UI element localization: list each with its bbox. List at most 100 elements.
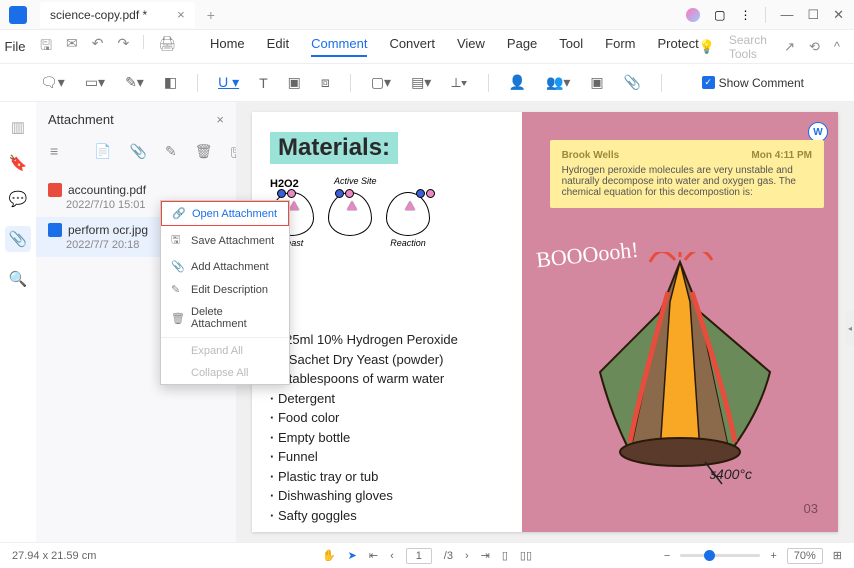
file-menu[interactable]: File: [0, 39, 30, 54]
underline-tool[interactable]: U ▾: [218, 74, 239, 91]
diagram-row: Yeast Reaction: [270, 192, 504, 248]
menu-form[interactable]: Form: [605, 36, 635, 57]
ctx-icon: ✎: [171, 283, 183, 296]
titlebar: science-copy.pdf * × + ▢ ⋮ — ☐ ✕: [0, 0, 854, 30]
first-page-icon[interactable]: ⇤: [369, 549, 378, 562]
menu-protect[interactable]: Protect: [658, 36, 699, 57]
active-site-label: Active Site: [334, 176, 377, 186]
collapse-ribbon-icon[interactable]: ^: [834, 39, 840, 54]
user-tool[interactable]: 👤: [509, 74, 526, 91]
prev-page-icon[interactable]: ‹: [390, 550, 394, 562]
window-icon[interactable]: ▢: [714, 8, 725, 22]
comment-toolbar: 🗨▾ ▭▾ ✎▾ ◧ U ▾ T ▣ ⧈ ▢▾ ▤▾ ⟂▾ 👤 👥▾ ▣ 📎 ✓…: [0, 64, 854, 102]
save-icon[interactable]: 🖫: [40, 35, 52, 59]
search-panel-icon[interactable]: 🔍: [9, 270, 28, 288]
select-tool-icon[interactable]: ➤: [348, 549, 357, 562]
word-badge-icon[interactable]: W: [808, 122, 828, 142]
new-tab-button[interactable]: +: [207, 7, 215, 23]
comment-note[interactable]: Brook Wells Mon 4:11 PM Hydrogen peroxid…: [550, 140, 824, 208]
pencil-tool[interactable]: ✎▾: [125, 74, 144, 91]
temperature-label: ƽ400°c: [710, 466, 752, 482]
attachment-panel-icon[interactable]: 📎: [5, 226, 31, 252]
search-tools-input[interactable]: Search Tools: [729, 33, 770, 61]
users-tool[interactable]: 👥▾: [546, 74, 570, 91]
stamp-tool[interactable]: ▤▾: [411, 74, 431, 91]
print-icon[interactable]: 🖨: [158, 35, 176, 59]
undo-icon[interactable]: ↶: [92, 35, 104, 59]
ctx-save-attachment[interactable]: 🖫Save Attachment: [161, 226, 289, 255]
two-page-icon[interactable]: ▯▯: [520, 549, 532, 562]
textbox-tool[interactable]: ▣: [288, 74, 301, 91]
menubar: File 🖫 ✉ ↶ ↷ 🖨 Home Edit Comment Convert Vie…: [0, 30, 854, 64]
next-page-icon[interactable]: ›: [465, 550, 469, 562]
measure-tool[interactable]: ⟂▾: [451, 74, 467, 91]
highlight-tool[interactable]: ▭▾: [85, 74, 105, 91]
comment-panel-icon[interactable]: 💬: [9, 190, 28, 208]
left-rail: ▥ 🔖 💬 📎 🔍: [0, 102, 36, 542]
page-input[interactable]: 1: [406, 548, 432, 564]
ctx-icon: 🔗: [172, 207, 184, 220]
zoom-out-icon[interactable]: −: [664, 550, 670, 562]
close-tab-icon[interactable]: ×: [177, 7, 185, 22]
ctx-open-attachment[interactable]: 🔗Open Attachment: [161, 201, 289, 226]
cloud-icon[interactable]: ⟲: [809, 39, 820, 55]
close-window-button[interactable]: ✕: [833, 7, 844, 23]
zoom-slider[interactable]: [680, 554, 760, 557]
tab-title: science-copy.pdf *: [50, 8, 147, 22]
ctx-icon: 🗑: [171, 312, 183, 325]
pdf-page[interactable]: Materials: H2O2 Active Site Yeast Reacti…: [252, 112, 838, 532]
ctx-delete-attachment[interactable]: 🗑Delete Attachment: [161, 301, 289, 335]
fit-page-icon[interactable]: ⊞: [833, 549, 842, 562]
page-total: /3: [444, 550, 453, 562]
more-icon[interactable]: ⋮: [739, 8, 751, 22]
delete-attachment-icon[interactable]: 🗑: [195, 143, 213, 167]
mail-icon[interactable]: ✉: [66, 35, 78, 59]
page-number: 03: [804, 501, 818, 516]
menu-comment[interactable]: Comment: [311, 36, 367, 57]
list-view-icon[interactable]: ≡: [50, 143, 58, 167]
link-attachment-icon[interactable]: 📎: [130, 143, 147, 167]
edit-attachment-icon[interactable]: ✎: [165, 143, 177, 167]
materials-heading: Materials:: [270, 132, 398, 164]
add-attachment-icon[interactable]: 📄: [94, 143, 111, 167]
ctx-edit-description[interactable]: ✎Edit Description: [161, 278, 289, 301]
menu-page[interactable]: Page: [507, 36, 537, 57]
menu-home[interactable]: Home: [210, 36, 245, 57]
single-page-icon[interactable]: ▯: [502, 549, 508, 562]
menu-view[interactable]: View: [457, 36, 485, 57]
callout-tool[interactable]: ⧈: [321, 74, 330, 91]
file-icon: [48, 223, 62, 237]
menu-edit[interactable]: Edit: [267, 36, 289, 57]
menu-tool[interactable]: Tool: [559, 36, 583, 57]
share-icon[interactable]: ↗: [784, 39, 795, 55]
eraser-tool[interactable]: ◧: [164, 74, 177, 91]
file-icon: [48, 183, 62, 197]
box-tool[interactable]: ▣: [590, 74, 603, 91]
attach-tool[interactable]: 📎: [624, 74, 641, 91]
thumbnails-icon[interactable]: ▥: [11, 118, 25, 136]
maximize-button[interactable]: ☐: [807, 7, 819, 23]
last-page-icon[interactable]: ⇥: [481, 549, 490, 562]
bookmark-icon[interactable]: 🔖: [9, 154, 28, 172]
close-panel-icon[interactable]: ×: [216, 112, 224, 127]
menu-convert[interactable]: Convert: [389, 36, 435, 57]
shape-tool[interactable]: ▢▾: [371, 74, 391, 91]
minimize-button[interactable]: —: [780, 7, 793, 22]
ctx-icon: 🖫: [171, 231, 183, 250]
expand-right-tab[interactable]: ◂: [846, 310, 854, 346]
ctx-icon: 📎: [171, 260, 183, 273]
document-tab[interactable]: science-copy.pdf * ×: [40, 2, 195, 28]
redo-icon[interactable]: ↷: [117, 35, 129, 59]
zoom-level[interactable]: 70%: [787, 548, 823, 564]
note-body: Hydrogen peroxide molecules are very uns…: [562, 165, 812, 198]
account-icon[interactable]: [686, 8, 700, 22]
show-comment-toggle[interactable]: ✓ Show Comment: [702, 76, 814, 90]
hand-tool-icon[interactable]: ✋: [322, 549, 336, 562]
ctx-add-attachment[interactable]: 📎Add Attachment: [161, 255, 289, 278]
text-tool[interactable]: T: [259, 75, 268, 91]
note-tool[interactable]: 🗨▾: [40, 74, 65, 91]
note-author: Brook Wells: [562, 150, 620, 161]
zoom-in-icon[interactable]: +: [770, 550, 776, 562]
lightbulb-icon[interactable]: 💡: [699, 39, 715, 55]
checkbox-icon: ✓: [702, 76, 715, 89]
